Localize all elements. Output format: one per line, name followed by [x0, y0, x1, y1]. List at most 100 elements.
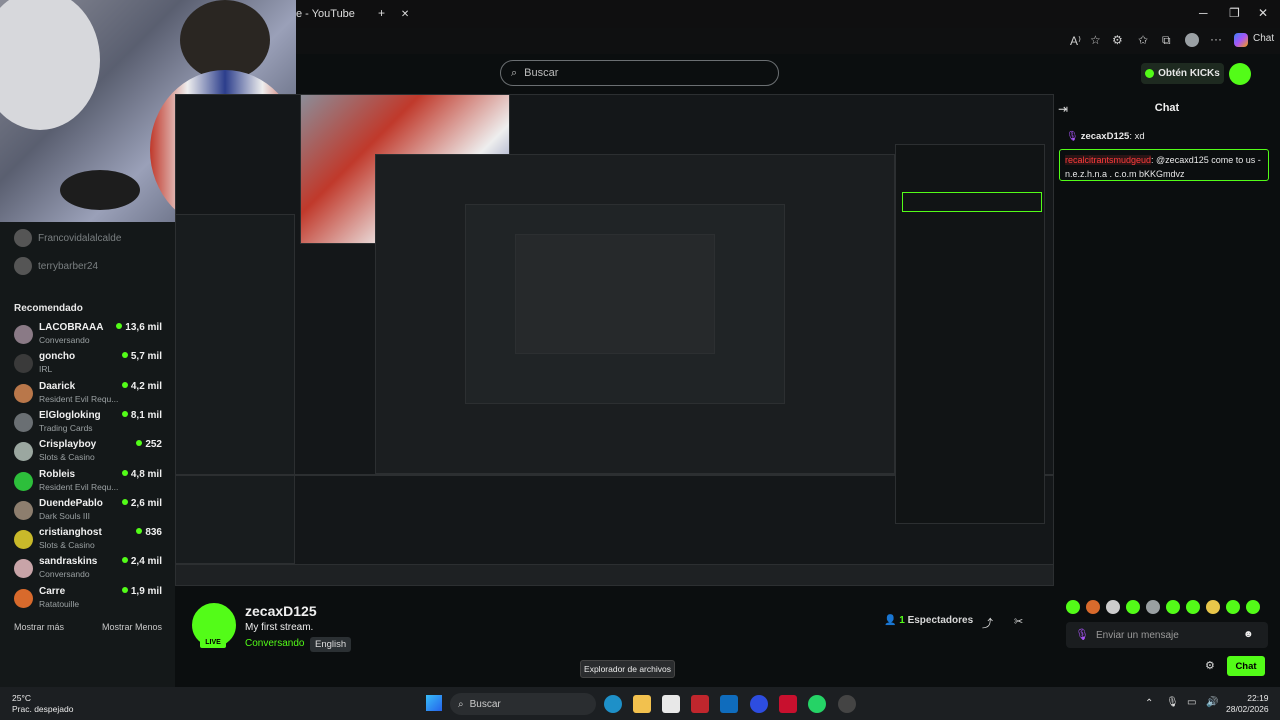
viewer-count: 4,8 mil	[121, 469, 162, 480]
extensions-icon[interactable]: ⚙	[1112, 33, 1123, 47]
followed-item[interactable]: Francovidalalcalde	[14, 229, 121, 247]
chat-input-placeholder: Enviar un mensaje	[1096, 629, 1179, 641]
clip-icon[interactable]: ✂	[1014, 615, 1023, 628]
recommended-item[interactable]: DuendePablo Dark Souls III 2,6 mil	[14, 498, 164, 524]
emote-icon[interactable]	[1226, 600, 1240, 614]
recommended-item[interactable]: Robleis Resident Evil Requ... 4,8 mil	[14, 469, 164, 495]
search-input[interactable]: ⌕ Buscar	[500, 60, 779, 86]
channel-category: IRL	[39, 364, 53, 375]
weather-widget[interactable]: 25°C Prac. despejado	[12, 693, 73, 715]
emote-icon[interactable]	[1186, 600, 1200, 614]
streamer-name[interactable]: zecaxD125	[245, 603, 317, 619]
recommended-item[interactable]: goncho IRL 5,7 mil	[14, 351, 164, 377]
chat-input[interactable]: Enviar un mensaje	[1066, 622, 1268, 648]
viewers-label: Espectadores	[907, 615, 974, 626]
app-icon[interactable]	[779, 695, 797, 713]
emote-icon[interactable]	[1066, 600, 1080, 614]
collections-icon[interactable]: ⧉	[1162, 33, 1171, 48]
whatsapp-icon[interactable]	[808, 695, 826, 713]
live-badge: LIVE	[200, 637, 226, 648]
browser-tab[interactable]: e - YouTube ✕	[296, 4, 409, 24]
recommended-item[interactable]: cristianghost Slots & Casino 836	[14, 527, 164, 553]
recommended-item[interactable]: Carre Ratatouille 1,9 mil	[14, 586, 164, 612]
star-icon[interactable]: ☆	[1090, 33, 1101, 47]
windows-start-icon[interactable]	[426, 695, 442, 711]
taskbar-search[interactable]: ⌕ Buscar	[450, 693, 596, 715]
person-left	[0, 0, 100, 130]
tooltip: Explorador de archivos	[580, 660, 675, 678]
stream-language[interactable]: English	[310, 637, 352, 652]
close-button[interactable]: ✕	[1258, 6, 1268, 20]
recommended-item[interactable]: LACOBRAAA Conversando 13,6 mil	[14, 322, 164, 348]
followed-item[interactable]: terrybarber24	[14, 257, 98, 275]
profile-icon[interactable]	[1185, 33, 1199, 47]
copilot-label[interactable]: Chat	[1253, 33, 1274, 44]
viewer-count: 8,1 mil	[121, 410, 162, 421]
emoji-icon[interactable]: ☻	[1243, 629, 1254, 640]
viewer-count: 13,6 mil	[116, 322, 162, 333]
recommended-item[interactable]: sandraskins Conversando 2,4 mil	[14, 556, 164, 582]
stream-video[interactable]	[175, 94, 1054, 586]
chrome-icon[interactable]	[838, 695, 856, 713]
mic-tray-icon[interactable]: 🎙	[1166, 697, 1179, 708]
chat-username[interactable]: recalcitrantsmudgeud	[1065, 155, 1152, 165]
minimize-button[interactable]: ─	[1199, 6, 1208, 20]
chat-panel	[1054, 94, 1280, 687]
network-icon[interactable]: ▭	[1187, 697, 1196, 708]
viewer-count: 1,9 mil	[121, 586, 162, 597]
channel-category: Ratatouille	[39, 598, 80, 609]
emote-icon[interactable]	[1146, 600, 1160, 614]
recommended-item[interactable]: Daarick Resident Evil Requ... 4,2 mil	[14, 381, 164, 407]
show-more-button[interactable]: Mostrar más	[14, 622, 64, 632]
user-avatar[interactable]	[1229, 63, 1251, 85]
zoom-icon[interactable]	[750, 695, 768, 713]
recommended-item[interactable]: Crisplayboy Slots & Casino 252	[14, 439, 164, 465]
clock[interactable]: 22:19 28/02/2026	[1226, 693, 1269, 715]
chat-send-button[interactable]: Chat	[1227, 656, 1265, 676]
gear-icon[interactable]: ⚙	[1205, 659, 1215, 672]
search-placeholder: Buscar	[524, 67, 559, 79]
read-aloud-icon[interactable]: A⁾	[1070, 34, 1081, 48]
channel-name: Daarick	[39, 380, 76, 392]
stream-category[interactable]: Conversando	[245, 638, 304, 649]
nested-sidebar	[175, 214, 295, 564]
emote-icon[interactable]	[1246, 600, 1260, 614]
volume-icon[interactable]: 🔊	[1206, 697, 1218, 708]
favorites-icon[interactable]: ✩	[1138, 33, 1148, 47]
emote-icon[interactable]	[1206, 600, 1220, 614]
chevron-up-icon[interactable]: ⌃	[1145, 698, 1153, 709]
tab-close-icon[interactable]: ✕	[401, 9, 409, 20]
antivirus-icon[interactable]	[691, 695, 709, 713]
emote-icon[interactable]	[1086, 600, 1100, 614]
live-dot-icon	[116, 323, 123, 329]
avatar	[14, 588, 33, 608]
edge-icon[interactable]	[604, 695, 622, 713]
share-icon[interactable]: ⤴	[982, 615, 993, 631]
store-icon[interactable]	[662, 695, 680, 713]
viewer-number: 13,6 mil	[125, 322, 162, 333]
emote-icon[interactable]	[1166, 600, 1180, 614]
get-kicks-button[interactable]: Obtén KICKs	[1141, 63, 1224, 84]
show-less-button[interactable]: Mostrar Menos	[102, 622, 162, 632]
clock-time: 22:19	[1247, 693, 1269, 703]
mic-icon[interactable]: 🎙	[1075, 628, 1089, 641]
channel-name: cristianghost	[39, 527, 102, 539]
maximize-button[interactable]: ❐	[1229, 6, 1240, 20]
copilot-icon[interactable]	[1234, 33, 1248, 47]
avatar	[14, 442, 33, 462]
emote-icon[interactable]	[1126, 600, 1140, 614]
clock-date: 28/02/2026	[1226, 704, 1269, 714]
viewers-icon: 👤	[884, 615, 897, 626]
viewer-count: 👤 1 Espectadores	[884, 615, 973, 626]
kick-header	[296, 54, 1280, 94]
viewer-count: 252	[136, 439, 162, 450]
new-tab-button[interactable]: +	[378, 6, 385, 20]
viewer-count: 2,6 mil	[121, 498, 162, 509]
emote-icon[interactable]	[1106, 600, 1120, 614]
more-icon[interactable]: ···	[1210, 32, 1222, 46]
recommended-item[interactable]: ElGlogloking Trading Cards 8,1 mil	[14, 410, 164, 436]
outlook-icon[interactable]	[720, 695, 738, 713]
file-explorer-icon[interactable]	[633, 695, 651, 713]
chat-username[interactable]: zecaxD125	[1081, 131, 1130, 142]
viewers-number: 1	[899, 615, 905, 626]
